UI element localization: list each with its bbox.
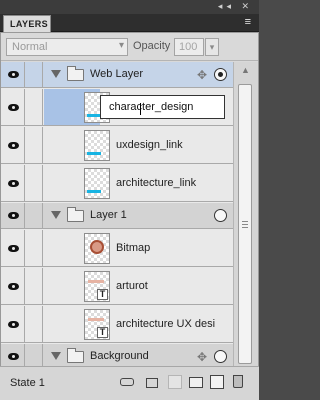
active-layer-radio[interactable] bbox=[214, 68, 227, 81]
panel-tabbar: LAYERS ≡ bbox=[0, 14, 259, 32]
layer-name: Web Layer bbox=[90, 68, 143, 80]
blend-mode-select[interactable]: Normal ▾ bbox=[6, 38, 128, 56]
visibility-cell[interactable] bbox=[1, 306, 25, 342]
layer-thumbnail bbox=[84, 168, 110, 199]
blend-mode-value: Normal bbox=[12, 41, 48, 53]
layer-thumbnail: T bbox=[84, 271, 110, 302]
layer-name: architecture_link bbox=[116, 177, 197, 189]
lock-cell[interactable] bbox=[25, 62, 43, 87]
visibility-cell[interactable] bbox=[1, 89, 25, 125]
rename-input[interactable]: character_design bbox=[100, 95, 225, 119]
eye-icon bbox=[8, 245, 19, 252]
layer-row-bitmap[interactable]: Bitmap bbox=[1, 230, 233, 267]
active-layer-radio[interactable] bbox=[214, 209, 227, 222]
eye-icon bbox=[8, 142, 19, 149]
layer-name: Bitmap bbox=[116, 242, 151, 254]
text-layer-icon: T bbox=[97, 327, 108, 338]
layer-row-web-layer[interactable]: Web Layer ✥ bbox=[1, 62, 233, 88]
opacity-dropdown-button[interactable]: ▾ bbox=[205, 38, 219, 56]
link-layers-icon[interactable] bbox=[120, 378, 134, 386]
layers-list: Web Layer ✥ character_design uxdesign_li… bbox=[1, 62, 233, 392]
eye-icon bbox=[8, 283, 19, 290]
lock-cell[interactable] bbox=[25, 89, 43, 125]
layer-style-icon[interactable] bbox=[144, 375, 158, 389]
visibility-cell[interactable] bbox=[1, 127, 25, 163]
layer-row-uxdesign-link[interactable]: uxdesign_link bbox=[1, 127, 233, 164]
layer-thumbnail bbox=[84, 130, 110, 161]
lock-cell[interactable] bbox=[25, 165, 43, 201]
layer-thumbnail bbox=[84, 233, 110, 264]
layer-thumbnail: T bbox=[84, 309, 110, 340]
layer-name: Layer 1 bbox=[90, 209, 127, 221]
tab-layers[interactable]: LAYERS bbox=[3, 15, 51, 32]
lock-cell[interactable] bbox=[25, 306, 43, 342]
collapse-close-icons[interactable]: ◂◂ ✕ bbox=[218, 1, 253, 12]
lock-cell[interactable] bbox=[25, 268, 43, 304]
visibility-cell[interactable] bbox=[1, 165, 25, 201]
visibility-cell[interactable] bbox=[1, 62, 25, 87]
lock-cell[interactable] bbox=[25, 203, 43, 228]
opacity-field[interactable]: 100 bbox=[174, 38, 204, 56]
layer-name: architecture UX desi bbox=[116, 318, 216, 330]
expand-triangle-icon[interactable] bbox=[51, 352, 61, 360]
scrollbar-thumb[interactable] bbox=[238, 84, 252, 364]
layer-row-character-design[interactable]: character_design bbox=[1, 89, 233, 126]
layers-panel: Normal ▾ Opacity 100 ▾ Web Layer ✥ chara… bbox=[0, 32, 259, 400]
folder-icon bbox=[67, 66, 84, 81]
lock-cell[interactable] bbox=[25, 230, 43, 266]
add-mask-icon bbox=[168, 375, 182, 389]
trash-icon[interactable] bbox=[233, 375, 243, 388]
new-layer-icon[interactable] bbox=[210, 375, 224, 389]
chevron-down-icon: ▾ bbox=[118, 40, 124, 51]
eye-icon bbox=[8, 212, 19, 219]
layer-name: uxdesign_link bbox=[116, 139, 183, 151]
active-layer-radio[interactable] bbox=[214, 350, 227, 363]
visibility-cell[interactable] bbox=[1, 203, 25, 228]
eye-icon bbox=[8, 71, 19, 78]
folder-icon bbox=[67, 207, 84, 222]
panel-titlebar: ◂◂ ✕ bbox=[0, 0, 259, 14]
visibility-cell[interactable] bbox=[1, 230, 25, 266]
move-icon[interactable]: ✥ bbox=[197, 68, 207, 82]
layer-row-layer-1[interactable]: Layer 1 bbox=[1, 203, 233, 229]
scrollbar[interactable]: ▲ ▼ bbox=[233, 62, 258, 392]
panel-footer: State 1 bbox=[0, 366, 259, 400]
move-icon[interactable]: ✥ bbox=[197, 350, 207, 364]
scroll-up-icon[interactable]: ▲ bbox=[241, 65, 250, 75]
layer-name: arturot bbox=[116, 280, 148, 292]
eye-icon bbox=[8, 321, 19, 328]
layer-row-arturot[interactable]: T arturot bbox=[1, 268, 233, 305]
lock-cell[interactable] bbox=[25, 127, 43, 163]
eye-icon bbox=[8, 353, 19, 360]
panel-menu-icon[interactable]: ≡ bbox=[245, 16, 251, 28]
text-layer-icon: T bbox=[97, 289, 108, 300]
visibility-cell[interactable] bbox=[1, 268, 25, 304]
eye-icon bbox=[8, 180, 19, 187]
expand-triangle-icon[interactable] bbox=[51, 70, 61, 78]
layer-row-architecture-ux[interactable]: T architecture UX desi bbox=[1, 306, 233, 343]
folder-icon bbox=[67, 348, 84, 363]
expand-triangle-icon[interactable] bbox=[51, 211, 61, 219]
text-cursor-icon bbox=[140, 103, 141, 115]
state-label: State 1 bbox=[10, 377, 45, 389]
layer-name: Background bbox=[90, 350, 149, 362]
new-folder-icon[interactable] bbox=[189, 377, 203, 388]
eye-icon bbox=[8, 104, 19, 111]
opacity-label: Opacity bbox=[133, 40, 171, 52]
layer-controls: Normal ▾ Opacity 100 ▾ bbox=[1, 33, 258, 61]
layer-row-architecture-link[interactable]: architecture_link bbox=[1, 165, 233, 202]
